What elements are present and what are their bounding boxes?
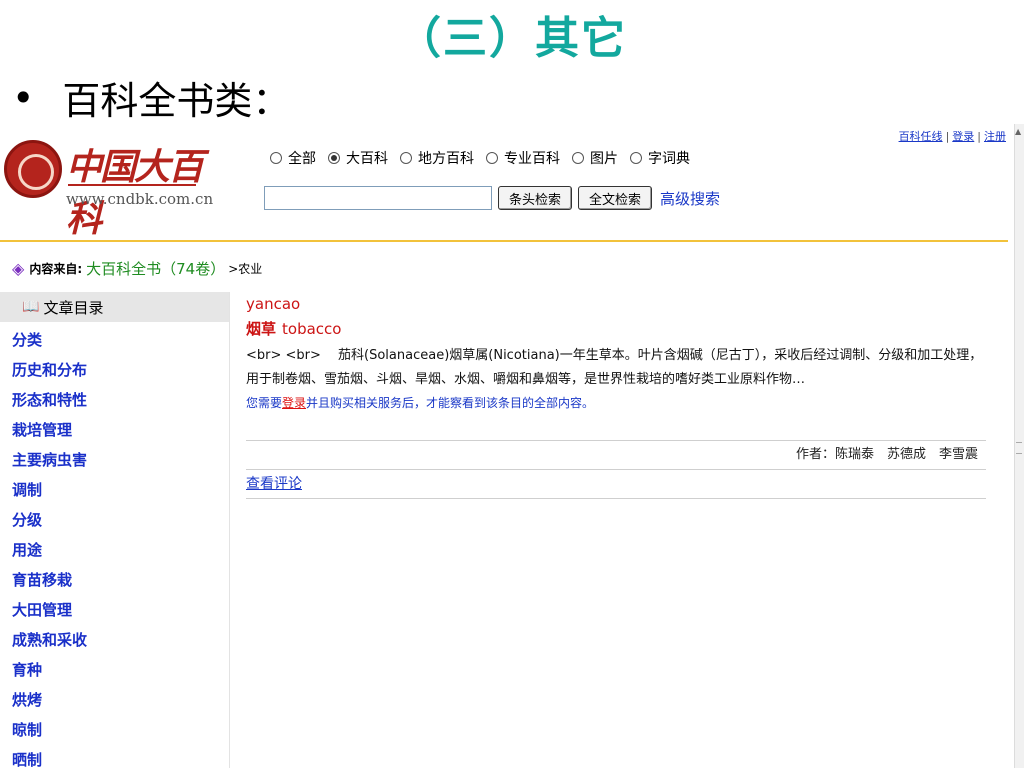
slide-title: （三）其它 [397, 13, 627, 64]
book-icon: 📖 [22, 299, 40, 315]
radio-label: 专业百科 [504, 151, 560, 167]
toc-item[interactable]: 烘烤 [12, 685, 229, 715]
radio-icon[interactable] [486, 152, 498, 164]
fulltext-search-button[interactable]: 全文检索 [578, 186, 653, 210]
bullet-text: 百科全书类： [62, 79, 291, 123]
toc-item[interactable]: 晾制 [12, 715, 229, 745]
view-comments-link[interactable]: 查看评论 [246, 470, 302, 498]
logo-underline [68, 184, 196, 186]
radio-checked-icon[interactable] [328, 152, 340, 164]
article-summary: <br> <br> 茄科(Solanaceae)烟草属(Nicotiana)一年… [246, 348, 983, 387]
logo-seal-icon [4, 140, 62, 198]
content-divider [246, 469, 986, 470]
diamond-icon: ◈ [12, 259, 25, 278]
radio-dictionary[interactable]: 字词典 [630, 148, 690, 168]
toc-item[interactable]: 育种 [12, 655, 229, 685]
term-english: tobacco [282, 320, 342, 338]
toc-item[interactable]: 分级 [12, 505, 229, 535]
login-notice-before: 您需要 [246, 396, 283, 410]
login-notice-after: 并且购买相关服务后，才能察看到该条目的全部内容。 [306, 396, 595, 410]
radio-local[interactable]: 地方百科 [400, 148, 474, 168]
article-pinyin: yancao [246, 295, 301, 313]
source-breadcrumb: ◈ 内容来自: 大百科全书（74卷） >农业 [12, 258, 262, 279]
toc-heading: 📖 文章目录 [0, 292, 229, 322]
advanced-search-link[interactable]: 高级搜索 [660, 188, 720, 209]
vertical-scrollbar[interactable]: ▲ [1014, 124, 1024, 768]
toc-item[interactable]: 形态和特性 [12, 385, 229, 415]
radio-icon[interactable] [400, 152, 412, 164]
article-term: 烟草 tobacco [246, 316, 986, 342]
toc-list: 分类 历史和分布 形态和特性 栽培管理 主要病虫害 调制 分级 用途 育苗移栽 … [0, 322, 229, 768]
article-author: 作者：陈瑞泰 苏德成 李雪震 [795, 447, 978, 462]
top-link-online[interactable]: 百科任线 [899, 130, 943, 143]
scroll-up-icon[interactable]: ▲ [1015, 128, 1023, 136]
login-notice: 您需要登录并且购买相关服务后，才能察看到该条目的全部内容。 [246, 392, 986, 414]
radio-label: 图片 [590, 151, 618, 167]
toc-item[interactable]: 调制 [12, 475, 229, 505]
article-content: yancao 烟草 tobacco <br> <br> 茄科(Solanaceae… [246, 292, 986, 499]
source-link[interactable]: 大百科全书（74卷） [86, 258, 225, 279]
login-link[interactable]: 登录 [282, 396, 306, 410]
search-scope-options: 全部 大百科 地方百科 专业百科 图片 字词典 [270, 148, 702, 168]
toc-heading-label: 文章目录 [43, 298, 104, 317]
toc-item[interactable]: 栽培管理 [12, 415, 229, 445]
radio-icon[interactable] [572, 152, 584, 164]
radio-label: 地方百科 [418, 151, 474, 167]
browser-screenshot: 百科任线 | 登录 | 注册 ▲ 中国大百科 www.cndbk.com.cn 全部 大… [0, 124, 1024, 768]
radio-images[interactable]: 图片 [572, 148, 618, 168]
toc-item[interactable]: 主要病虫害 [12, 445, 229, 475]
scroll-grip-icon[interactable] [1016, 442, 1022, 454]
bullet-dot: • [12, 75, 35, 120]
toc-item[interactable]: 晒制 [12, 745, 229, 768]
source-label: 内容来自: [29, 262, 83, 276]
toc-item[interactable]: 用途 [12, 535, 229, 565]
top-link-login[interactable]: 登录 [952, 130, 974, 143]
toc-item[interactable]: 成熟和采收 [12, 625, 229, 655]
source-crumb: >农业 [228, 262, 263, 276]
radio-label: 大百科 [346, 151, 388, 167]
top-link-register[interactable]: 注册 [984, 130, 1006, 143]
header-divider [0, 240, 1008, 242]
top-links: 百科任线 | 登录 | 注册 [898, 130, 1006, 143]
search-bar: 条头检索 全文检索 高级搜索 [264, 186, 720, 210]
term-chinese: 烟草 [246, 320, 277, 338]
radio-all[interactable]: 全部 [270, 148, 316, 168]
toc-item[interactable]: 大田管理 [12, 595, 229, 625]
logo-url: www.cndbk.com.cn [66, 190, 214, 208]
toc-item[interactable]: 分类 [12, 325, 229, 355]
radio-icon[interactable] [270, 152, 282, 164]
content-divider [246, 498, 986, 499]
article-toc: 📖 文章目录 分类 历史和分布 形态和特性 栽培管理 主要病虫害 调制 分级 用… [0, 292, 230, 768]
radio-label: 字词典 [648, 151, 690, 167]
search-input[interactable] [264, 186, 492, 210]
bullet-line: • 百科全书类： [12, 70, 290, 125]
radio-professional[interactable]: 专业百科 [486, 148, 560, 168]
toc-item[interactable]: 育苗移栽 [12, 565, 229, 595]
radio-icon[interactable] [630, 152, 642, 164]
radio-label: 全部 [288, 151, 316, 167]
toc-item[interactable]: 历史和分布 [12, 355, 229, 385]
title-search-button[interactable]: 条头检索 [498, 186, 573, 210]
site-logo[interactable]: 中国大百科 www.cndbk.com.cn [4, 136, 213, 240]
radio-encyclopedia[interactable]: 大百科 [328, 148, 388, 168]
